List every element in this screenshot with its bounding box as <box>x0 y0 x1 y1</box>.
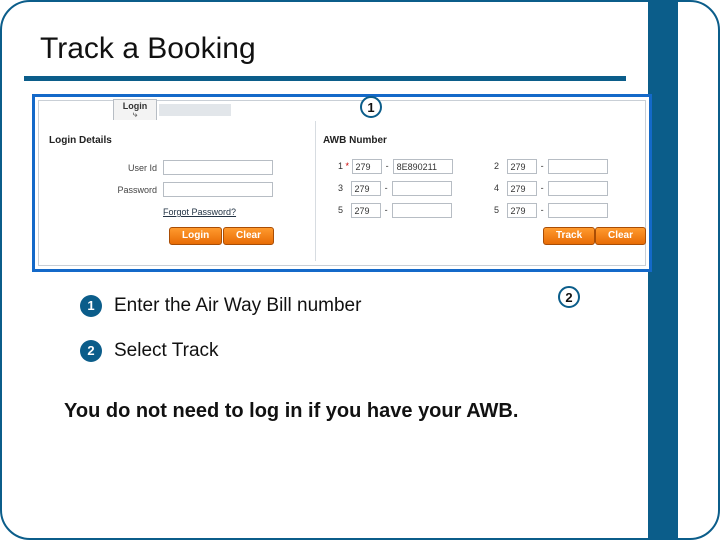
awb-index: 4 <box>491 183 499 193</box>
awb-prefix-input[interactable]: 279 <box>351 203 381 218</box>
track-button[interactable]: Track <box>543 227 595 245</box>
awb-row-6: 5 279 - <box>491 203 608 218</box>
userid-label: User Id <box>87 163 157 173</box>
awb-prefix-input[interactable]: 279 <box>351 181 381 196</box>
awb-row-3: 3 279 - <box>335 181 452 196</box>
awb-index: 2 <box>491 161 499 171</box>
side-stripe <box>652 2 678 538</box>
awb-index: 3 <box>335 183 343 193</box>
tab-shadow <box>159 104 231 116</box>
awb-heading: AWB Number <box>323 135 387 146</box>
awb-prefix-input[interactable]: 279 <box>507 159 537 174</box>
awb-serial-input[interactable] <box>548 203 608 218</box>
forgot-password-link[interactable]: Forgot Password? <box>163 207 236 217</box>
awb-serial-input[interactable] <box>548 159 608 174</box>
dash: - <box>383 183 389 193</box>
password-input[interactable] <box>163 182 273 197</box>
callout-1: 1 <box>360 96 382 118</box>
dash: - <box>383 205 389 215</box>
vertical-divider <box>315 121 316 261</box>
page-title: Track a Booking <box>40 32 256 66</box>
awb-row-1: 1 * 279 - 8E890211 <box>335 159 453 174</box>
required-star: * <box>346 161 350 171</box>
awb-serial-input[interactable] <box>392 181 452 196</box>
password-label: Password <box>87 185 157 195</box>
awb-prefix-input[interactable]: 279 <box>507 181 537 196</box>
dash: - <box>384 161 390 171</box>
tracking-panel: Login ⤷ Login Details AWB Number User Id… <box>32 94 652 272</box>
dash: - <box>539 161 545 171</box>
clear-login-button[interactable]: Clear <box>223 227 274 245</box>
clear-awb-button[interactable]: Clear <box>595 227 646 245</box>
slide: Track a Booking Login ⤷ Login Details AW… <box>0 0 720 540</box>
tracking-panel-inner: Login ⤷ Login Details AWB Number User Id… <box>38 100 646 266</box>
awb-row-4: 4 279 - <box>491 181 608 196</box>
dash: - <box>539 205 545 215</box>
awb-serial-input[interactable]: 8E890211 <box>393 159 453 174</box>
login-details-heading: Login Details <box>49 135 112 146</box>
login-button[interactable]: Login <box>169 227 222 245</box>
awb-index: 1 <box>335 161 343 171</box>
dash: - <box>539 183 545 193</box>
login-tab[interactable]: Login ⤷ <box>113 99 157 120</box>
callout-2: 2 <box>558 286 580 308</box>
userid-input[interactable] <box>163 160 273 175</box>
login-tab-icon: ⤷ <box>114 111 156 119</box>
step-bullet-2: 2 <box>80 340 102 362</box>
awb-row-2: 2 279 - <box>491 159 608 174</box>
awb-index: 5 <box>335 205 343 215</box>
awb-serial-input[interactable] <box>392 203 452 218</box>
note-text: You do not need to log in if you have yo… <box>64 400 518 423</box>
awb-prefix-input[interactable]: 279 <box>352 159 382 174</box>
awb-index: 5 <box>491 205 499 215</box>
step-2-text: Select Track <box>114 340 219 362</box>
step-bullet-1: 1 <box>80 295 102 317</box>
title-underline <box>24 76 626 81</box>
step-1-text: Enter the Air Way Bill number <box>114 295 361 317</box>
awb-serial-input[interactable] <box>548 181 608 196</box>
awb-row-5: 5 279 - <box>335 203 452 218</box>
awb-prefix-input[interactable]: 279 <box>507 203 537 218</box>
